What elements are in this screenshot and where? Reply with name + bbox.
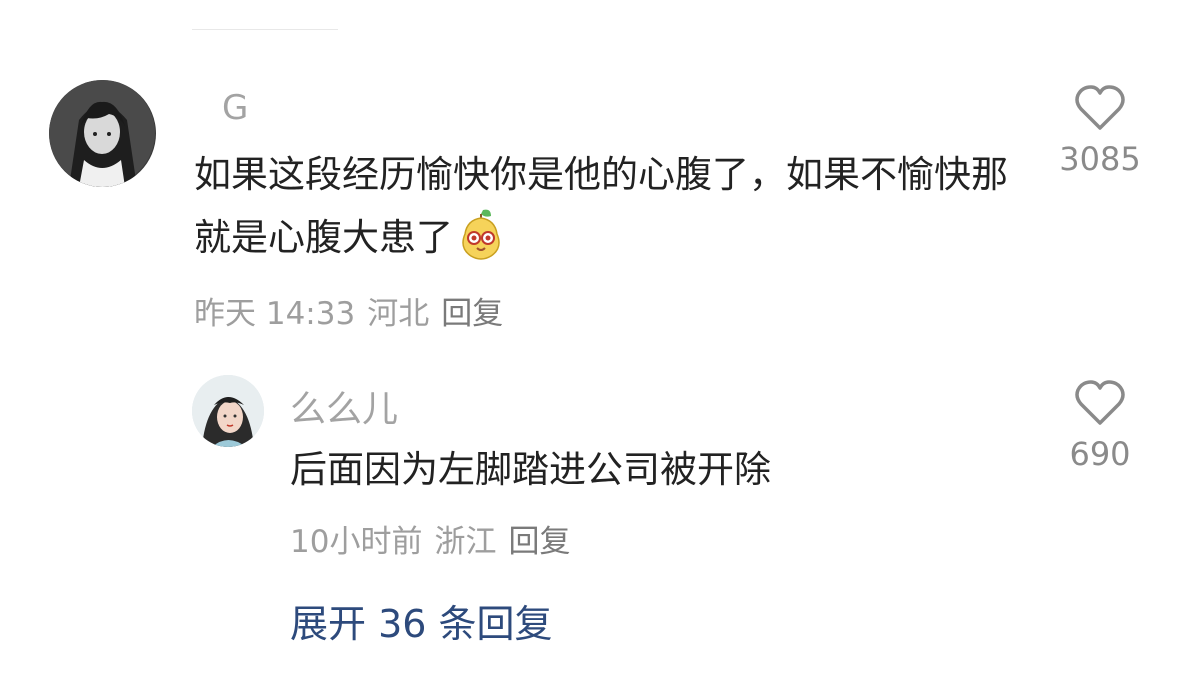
expand-replies-button[interactable]: 展开 36 条回复 [290,593,553,648]
reply-location: 浙江 [434,524,497,560]
reply-username[interactable]: 么么儿 [290,380,398,432]
like-button[interactable]: 3085 [1050,84,1150,178]
reply-like-count: 690 [1069,435,1131,473]
comment-meta: 昨天 14:33 河北 回复 [194,288,503,333]
reply-button[interactable]: 回复 [441,296,503,332]
user-avatar[interactable] [49,80,156,187]
woman-portrait-avatar-icon [192,375,264,447]
like-count: 3085 [1059,140,1141,178]
reply-like-button[interactable]: 690 [1050,379,1150,473]
comment-location: 河北 [367,296,430,332]
reply-reply-button[interactable]: 回复 [508,524,570,560]
comment-body: 如果这段经历愉快你是他的心腹了，如果不愉快那就是心腹大患了 [194,153,1008,259]
comment-username[interactable]: G [222,88,248,128]
heart-icon [1075,85,1125,130]
pear-emoji-icon [457,208,505,260]
comment-text: 如果这段经历愉快你是他的心腹了，如果不愉快那就是心腹大患了 [194,143,1044,269]
reply-meta: 10小时前 浙江 回复 [290,516,570,561]
reply-time: 10小时前 [290,524,423,560]
reply-user-avatar[interactable] [192,375,264,447]
top-divider [192,29,338,30]
anime-character-avatar-icon [49,80,156,187]
heart-icon [1075,380,1125,425]
comment-time: 昨天 14:33 [194,296,356,332]
reply-text: 后面因为左脚踏进公司被开除 [290,448,771,491]
